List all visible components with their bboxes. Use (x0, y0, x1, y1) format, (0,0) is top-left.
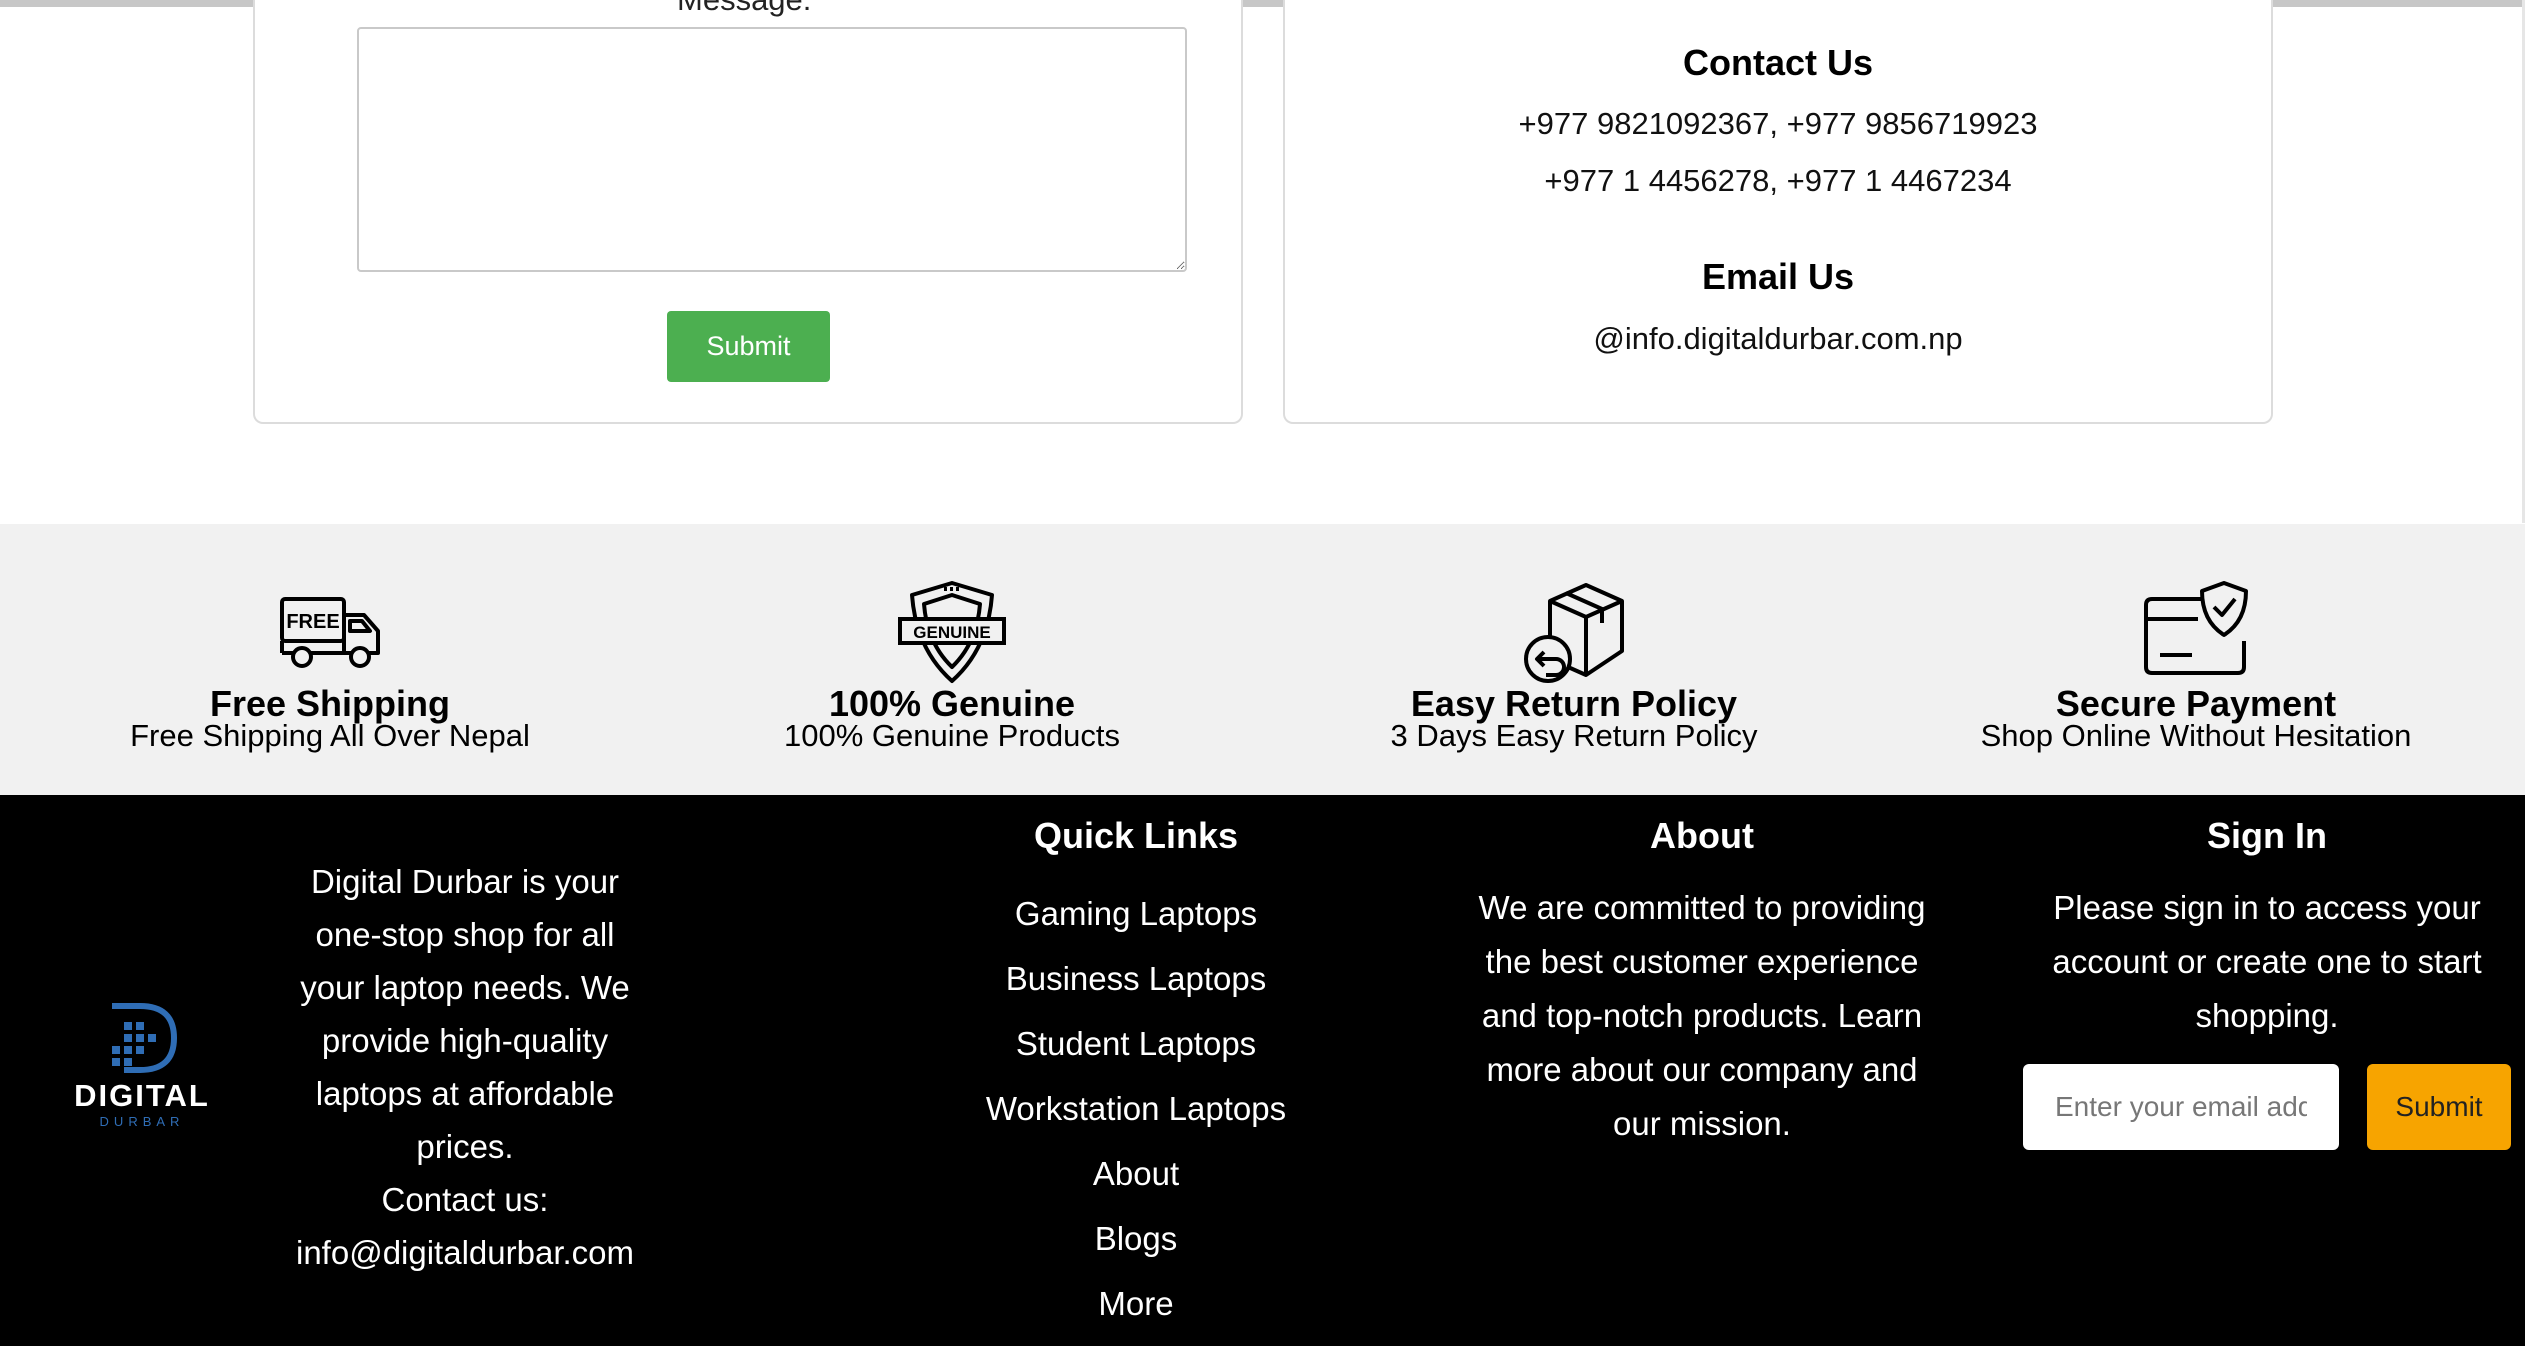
site-footer: DIGITAL DURBAR Digital Durbar is your on… (0, 795, 2525, 1346)
sign-in-line: account or create one to start (2052, 943, 2482, 980)
digital-durbar-logo[interactable]: DIGITAL DURBAR (74, 1000, 210, 1140)
about-line: We are committed to providing (1478, 889, 1926, 926)
description-line: laptops at affordable (315, 1075, 615, 1112)
sign-in-line: Please sign in to access your (2053, 889, 2481, 926)
feature-title: 100% Genuine (828, 683, 1076, 724)
description-line: Contact us: (381, 1181, 549, 1218)
contact-info-card: Contact Us +977 9821092367, +977 9856719… (1283, 0, 2273, 424)
sign-in-line: shopping. (2195, 997, 2339, 1034)
newsletter-email-input[interactable] (2023, 1064, 2339, 1150)
about-line: our mission. (1613, 1105, 1791, 1142)
description-line: your laptop needs. We (300, 969, 630, 1006)
feature-easy-return: Easy Return Policy 3 Days Easy Return Po… (1264, 579, 1884, 751)
quick-link-more[interactable]: More (936, 1271, 1336, 1336)
message-label: Message: (677, 0, 811, 18)
quick-links-list: Gaming Laptops Business Laptops Student … (936, 881, 1336, 1336)
feature-genuine: GENUINE 100% Genuine 100% Genuine Produc… (642, 579, 1262, 751)
newsletter-submit-button[interactable]: Submit (2367, 1064, 2511, 1150)
quick-link-blogs[interactable]: Blogs (936, 1206, 1336, 1271)
free-shipping-truck-icon: FREE (280, 597, 380, 668)
phone-line-2: +977 1 4456278, +977 1 4467234 (1544, 163, 2012, 198)
phone-line-1: +977 9821092367, +977 9856719923 (1518, 106, 2038, 141)
about-line: the best customer experience (1485, 943, 1919, 980)
feature-subtitle: 100% Genuine Products (783, 718, 1121, 753)
quick-link-gaming-laptops[interactable]: Gaming Laptops (936, 881, 1336, 946)
svg-text:FREE: FREE (286, 611, 339, 633)
svg-text:GENUINE: GENUINE (913, 623, 990, 642)
description-line: prices. (416, 1128, 514, 1165)
feature-title: Secure Payment (2055, 683, 2337, 724)
description-line: Digital Durbar is your (310, 863, 620, 900)
sign-in-column: Sign In Please sign in to access your ac… (2020, 815, 2514, 1043)
quick-link-student-laptops[interactable]: Student Laptops (936, 1011, 1336, 1076)
about-paragraph: We are committed to providing the best c… (1442, 881, 1962, 1151)
about-line: and top-notch products. Learn (1481, 997, 1923, 1034)
logo-subtext: DURBAR (99, 1114, 185, 1129)
about-line: more about our company and (1486, 1051, 1918, 1088)
contact-form-card: Message: Submit (253, 0, 1243, 424)
quick-links-title: Quick Links (1033, 815, 1239, 856)
message-textarea[interactable] (357, 27, 1187, 272)
feature-title: Free Shipping (209, 683, 450, 724)
about-column: About We are committed to providing the … (1442, 815, 1962, 1151)
sign-in-title: Sign In (2207, 815, 2327, 856)
description-line: one-stop shop for all (315, 916, 615, 953)
description-line: provide high-quality (321, 1022, 609, 1059)
return-box-icon (1524, 583, 1624, 683)
contact-email: @info.digitaldurbar.com.np (1593, 321, 1963, 356)
quick-link-business-laptops[interactable]: Business Laptops (936, 946, 1336, 1011)
footer-description: Digital Durbar is your one-stop shop for… (270, 855, 660, 1279)
contact-submit-button[interactable]: Submit (667, 311, 830, 382)
quick-links-column: Quick Links Gaming Laptops Business Lapt… (936, 815, 1336, 1336)
feature-subtitle: Shop Online Without Hesitation (1980, 718, 2412, 753)
email-us-title: Email Us (1701, 256, 1855, 297)
footer-contact-email[interactable]: info@digitaldurbar.com (270, 1226, 660, 1279)
features-band: FREE Free Shipping Free Shipping All Ove… (0, 524, 2525, 795)
contact-us-title: Contact Us (1682, 42, 1874, 83)
feature-secure-payment: Secure Payment Shop Online Without Hesit… (1886, 579, 2506, 751)
logo-wordmark: DIGITAL (74, 1078, 210, 1113)
feature-subtitle: Free Shipping All Over Nepal (130, 718, 530, 753)
genuine-shield-icon: GENUINE (898, 581, 1006, 683)
sign-in-paragraph: Please sign in to access your account or… (2020, 881, 2514, 1043)
feature-title: Easy Return Policy (1410, 683, 1738, 724)
digital-durbar-logo-icon (112, 1003, 178, 1073)
feature-free-shipping: FREE Free Shipping Free Shipping All Ove… (20, 579, 640, 751)
secure-card-shield-icon (2144, 581, 2248, 675)
about-title: About (1650, 815, 1754, 856)
quick-link-workstation-laptops[interactable]: Workstation Laptops (936, 1076, 1336, 1141)
quick-link-about[interactable]: About (936, 1141, 1336, 1206)
feature-subtitle: 3 Days Easy Return Policy (1390, 718, 1758, 753)
